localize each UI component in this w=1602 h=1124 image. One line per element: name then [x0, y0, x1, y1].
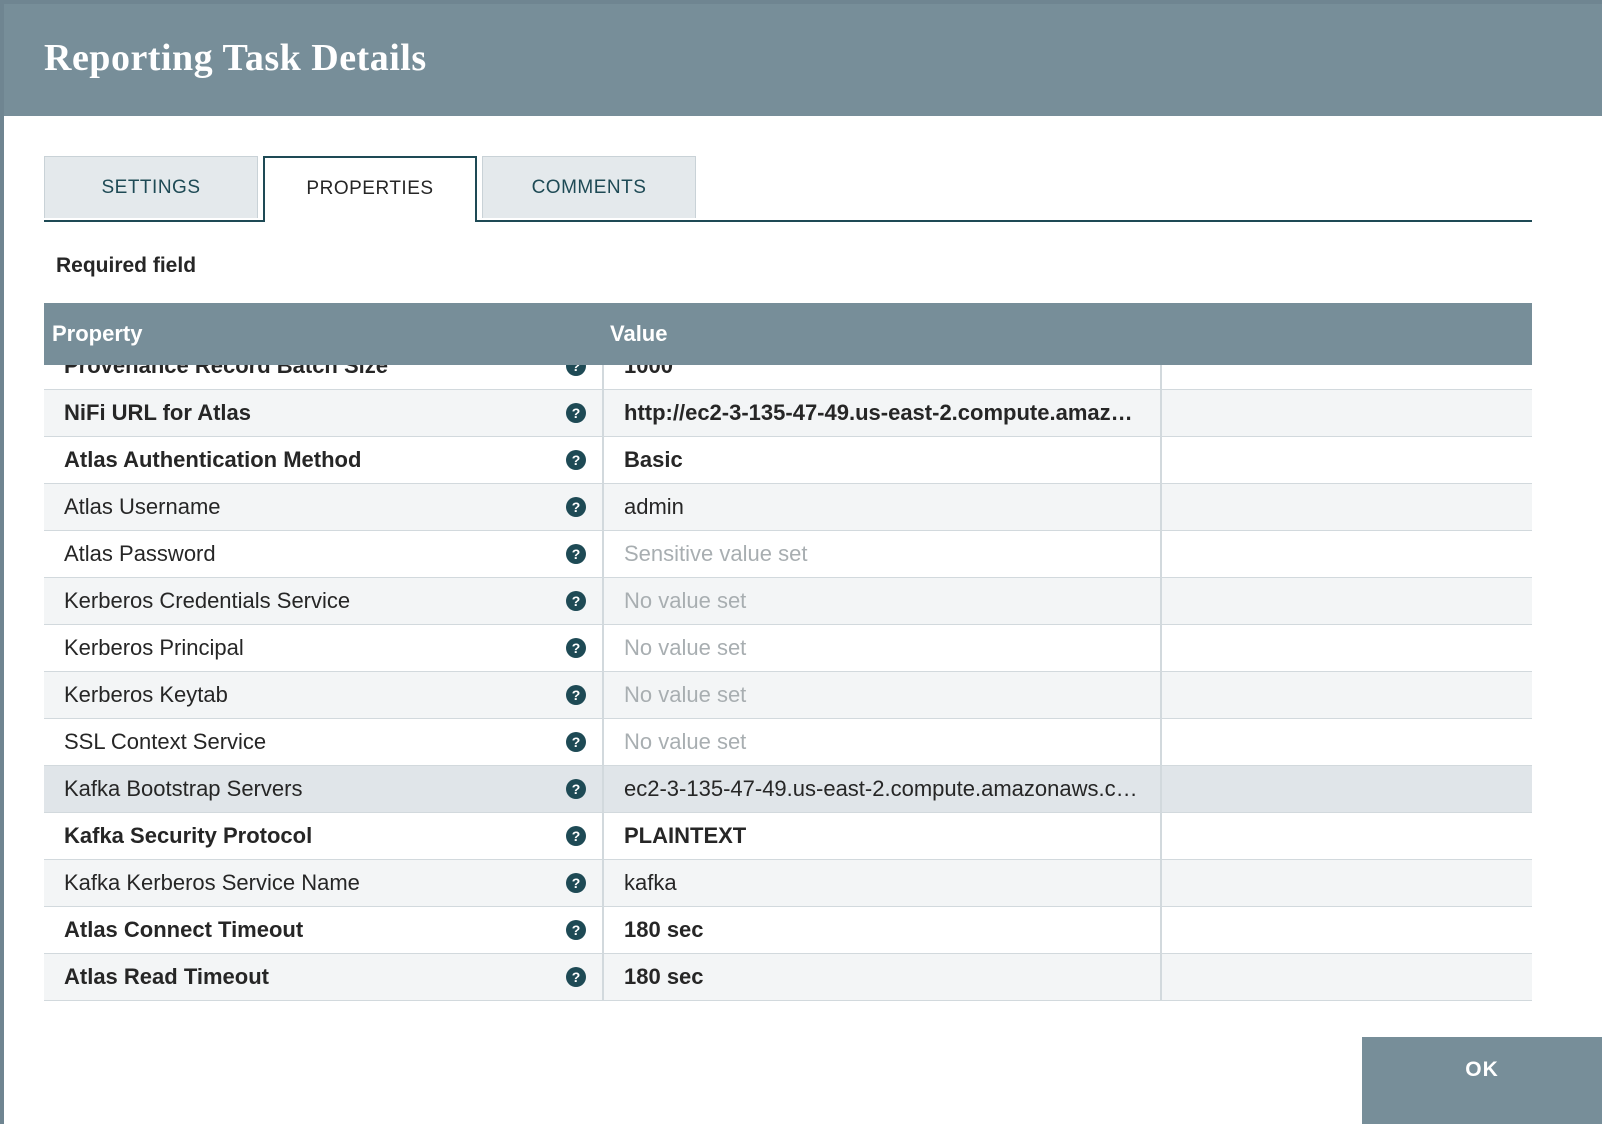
property-name: SSL Context Service: [64, 729, 267, 754]
column-divider: [1160, 907, 1162, 953]
property-name: Kerberos Principal: [64, 635, 244, 660]
property-value[interactable]: 180 sec: [624, 907, 1160, 953]
properties-table: Property Value Provenance Record Batch S…: [44, 303, 1532, 1003]
help-icon[interactable]: ?: [566, 873, 586, 893]
tab-properties[interactable]: PROPERTIES: [263, 156, 477, 222]
help-icon[interactable]: ?: [566, 732, 586, 752]
property-value[interactable]: Basic: [624, 437, 1160, 483]
column-divider: [602, 437, 604, 483]
column-divider: [602, 907, 604, 953]
help-icon[interactable]: ?: [566, 497, 586, 517]
property-name: Atlas Username: [64, 494, 221, 519]
property-value[interactable]: kafka: [624, 860, 1160, 906]
property-value[interactable]: Sensitive value set: [624, 531, 1160, 577]
reporting-task-dialog: Reporting Task Details SETTINGS PROPERTI…: [4, 4, 1602, 1124]
property-name: Atlas Password: [64, 541, 216, 566]
property-value[interactable]: No value set: [624, 625, 1160, 671]
table-row[interactable]: Atlas Username? admin: [44, 484, 1532, 531]
table-row[interactable]: Kafka Kerberos Service Name? kafka: [44, 860, 1532, 907]
column-divider: [1160, 766, 1162, 812]
column-divider: [602, 578, 604, 624]
column-divider: [1160, 437, 1162, 483]
column-divider: [602, 813, 604, 859]
help-icon[interactable]: ?: [566, 591, 586, 611]
column-header-property[interactable]: Property: [52, 321, 142, 347]
property-value[interactable]: No value set: [624, 672, 1160, 718]
property-name: Atlas Connect Timeout: [64, 917, 304, 942]
property-name: Kerberos Keytab: [64, 682, 228, 707]
column-divider: [1160, 625, 1162, 671]
help-icon[interactable]: ?: [566, 403, 586, 423]
table-row[interactable]: NiFi URL for Atlas? http://ec2-3-135-47-4…: [44, 390, 1532, 437]
column-divider: [1160, 813, 1162, 859]
tab-settings[interactable]: SETTINGS: [44, 156, 258, 218]
column-divider: [1160, 860, 1162, 906]
table-row[interactable]: Kerberos Principal? No value set: [44, 625, 1532, 672]
help-icon[interactable]: ?: [566, 450, 586, 470]
column-divider: [602, 954, 604, 1000]
property-value[interactable]: 180 sec: [624, 954, 1160, 1000]
help-icon[interactable]: ?: [566, 920, 586, 940]
property-name: Atlas Authentication Method: [64, 447, 362, 472]
table-row[interactable]: Kafka Bootstrap Servers? ec2-3-135-47-49.…: [44, 766, 1532, 813]
help-icon[interactable]: ?: [566, 685, 586, 705]
column-header-value[interactable]: Value: [610, 321, 667, 347]
column-divider: [1160, 719, 1162, 765]
help-icon[interactable]: ?: [566, 826, 586, 846]
dialog-header: Reporting Task Details: [4, 4, 1602, 116]
table-row[interactable]: Atlas Read Timeout? 180 sec: [44, 954, 1532, 1001]
help-icon[interactable]: ?: [566, 638, 586, 658]
property-value[interactable]: http://ec2-3-135-47-49.us-east-2.compute…: [624, 390, 1160, 436]
tab-bar: SETTINGS PROPERTIES COMMENTS: [44, 156, 1532, 222]
help-icon[interactable]: ?: [566, 544, 586, 564]
property-value[interactable]: admin: [624, 484, 1160, 530]
table-row[interactable]: Kerberos Keytab? No value set: [44, 672, 1532, 719]
column-divider: [1160, 954, 1162, 1000]
column-divider: [602, 625, 604, 671]
column-divider: [1160, 484, 1162, 530]
property-value[interactable]: PLAINTEXT: [624, 813, 1160, 859]
property-name: Atlas Read Timeout: [64, 964, 269, 989]
column-divider: [1160, 672, 1162, 718]
column-divider: [602, 484, 604, 530]
property-name: NiFi URL for Atlas: [64, 400, 252, 425]
column-divider: [602, 390, 604, 436]
table-row[interactable]: Atlas Authentication Method? Basic: [44, 437, 1532, 484]
required-field-legend: Required field: [56, 254, 197, 277]
help-icon[interactable]: ?: [566, 967, 586, 987]
property-name: Kerberos Credentials Service: [64, 588, 351, 613]
table-row[interactable]: Atlas Password? Sensitive value set: [44, 531, 1532, 578]
property-value[interactable]: ec2-3-135-47-49.us-east-2.compute.amazon…: [624, 766, 1160, 812]
column-divider: [602, 766, 604, 812]
column-divider: [602, 860, 604, 906]
property-value[interactable]: No value set: [624, 578, 1160, 624]
column-divider: [602, 531, 604, 577]
property-value[interactable]: No value set: [624, 719, 1160, 765]
column-divider: [1160, 531, 1162, 577]
table-row[interactable]: Atlas Connect Timeout? 180 sec: [44, 907, 1532, 954]
property-name: Kafka Kerberos Service Name: [64, 870, 360, 895]
table-row[interactable]: Kerberos Credentials Service? No value se…: [44, 578, 1532, 625]
ok-button[interactable]: OK: [1362, 1037, 1602, 1124]
table-row[interactable]: Kafka Security Protocol? PLAINTEXT: [44, 813, 1532, 860]
help-icon[interactable]: ?: [566, 779, 586, 799]
table-row[interactable]: SSL Context Service? No value set: [44, 719, 1532, 766]
column-divider: [1160, 578, 1162, 624]
property-name: Kafka Security Protocol: [64, 823, 313, 848]
column-divider: [1160, 390, 1162, 436]
table-header: Property Value: [44, 303, 1532, 365]
column-divider: [602, 719, 604, 765]
tab-comments[interactable]: COMMENTS: [482, 156, 696, 218]
table-body: Provenance Record Batch Size? 1000 NiFi UR…: [44, 343, 1532, 1001]
column-divider: [602, 672, 604, 718]
property-name: Kafka Bootstrap Servers: [64, 776, 303, 801]
dialog-title: Reporting Task Details: [44, 37, 427, 79]
